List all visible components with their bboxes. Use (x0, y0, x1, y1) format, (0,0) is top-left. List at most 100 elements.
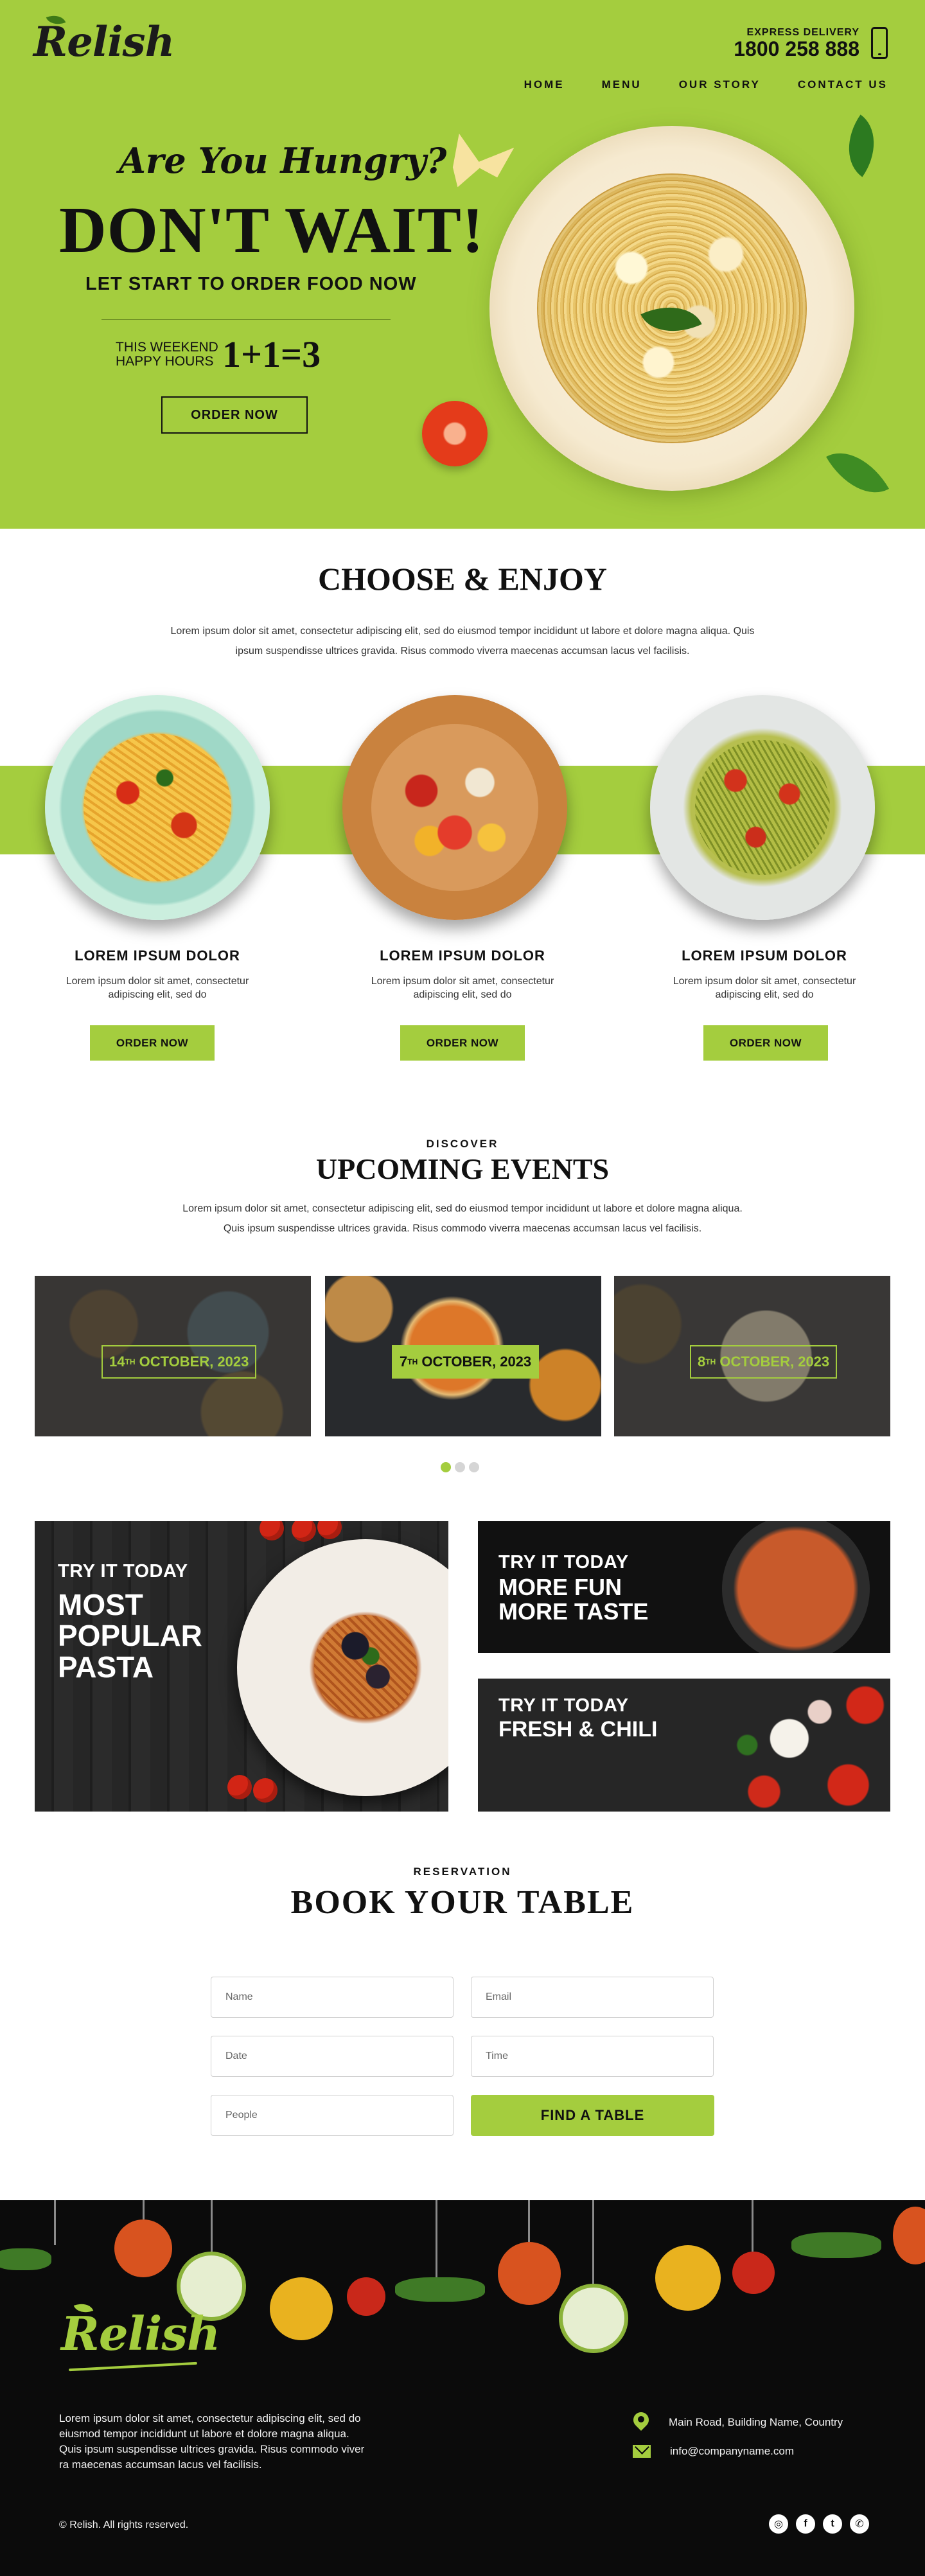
promo-more-fun[interactable]: TRY IT TODAY MORE FUN MORE TASTE (478, 1521, 890, 1653)
tomato-image (253, 1778, 278, 1803)
dish-order-button[interactable]: ORDER NOW (703, 1025, 828, 1061)
carousel-dot[interactable] (469, 1462, 479, 1472)
radish-image (732, 2252, 775, 2294)
event-date: 14 TH OCTOBER, 2023 (101, 1345, 257, 1379)
email-text[interactable]: info@companyname.com (670, 2445, 794, 2458)
footer-desc-line: Lorem ipsum dolor sit amet, consectetur … (59, 2412, 361, 2424)
fork-decoration (752, 2200, 753, 2252)
whatsapp-icon[interactable]: ✆ (850, 2514, 869, 2534)
event-card[interactable]: 14 TH OCTOBER, 2023 (35, 1276, 311, 1436)
pasta-bow-image (442, 128, 515, 201)
dish-desc-line: Lorem ipsum dolor sit amet, consectetur (66, 976, 249, 987)
promo-line: FRESH & CHILI (498, 1717, 658, 1742)
footer-desc-line: ra maecenas accumsan lacus vel facilisis… (59, 2458, 262, 2471)
pepper-image (114, 2219, 172, 2277)
dish-desc-line: Lorem ipsum dolor sit amet, consectetur (371, 976, 554, 987)
logo-text: Relish (33, 18, 175, 66)
footer-desc-line: Quis ipsum suspendisse ultrices gravida.… (59, 2443, 365, 2455)
lemon-image (655, 2245, 721, 2311)
dish-desc-line: adipiscing elit, sed do (413, 989, 512, 1000)
event-month-year: OCTOBER, 2023 (719, 1354, 830, 1370)
delivery-phone[interactable]: 1800 258 888 (734, 39, 859, 59)
fork-decoration (143, 2200, 145, 2219)
hero-headline: DON'T WAIT! (59, 194, 484, 267)
promo-popular-pasta[interactable]: TRY IT TODAY MOST POPULAR PASTA (35, 1521, 448, 1812)
promo-fresh-chili[interactable]: TRY IT TODAY FRESH & CHILI (478, 1679, 890, 1812)
hero-order-now-button[interactable]: ORDER NOW (161, 396, 308, 434)
nav-our-story[interactable]: OUR STORY (679, 78, 761, 91)
hero-divider (101, 319, 391, 320)
happy-hours-offer: 1+1=3 (222, 333, 321, 375)
promo-label: TRY IT TODAY (58, 1561, 188, 1582)
email-field[interactable] (471, 1977, 714, 2018)
dish-order-button[interactable]: ORDER NOW (400, 1025, 525, 1061)
event-month-year: OCTOBER, 2023 (421, 1354, 532, 1370)
dish-title: LOREM IPSUM DOLOR (75, 948, 240, 964)
event-day: 7 (400, 1354, 408, 1370)
footer-logo[interactable]: Relish (61, 2300, 220, 2372)
vegetables-image (722, 1679, 890, 1812)
choose-desc-line: ipsum suspendisse ultrices gravida. Risu… (235, 646, 690, 657)
social-links: ◎ f t ✆ (769, 2514, 869, 2534)
fork-decoration (54, 2200, 56, 2245)
hero-subheadline: LET START TO ORDER FOOD NOW (85, 274, 417, 294)
dish-description: Lorem ipsum dolor sit amet, consectetur … (652, 975, 877, 1001)
lemon-image (270, 2277, 333, 2340)
carousel-dot-active[interactable] (441, 1462, 451, 1472)
promo-line: MORE FUN (498, 1574, 622, 1600)
dish-image (650, 695, 875, 920)
nav-menu[interactable]: MENU (602, 78, 642, 91)
express-delivery: EXPRESS DELIVERY 1800 258 888 (734, 27, 888, 59)
footer-desc-line: eiusmod tempor incididunt ut labore et d… (59, 2428, 349, 2440)
tomato-image (227, 1775, 252, 1799)
twitter-icon[interactable]: t (823, 2514, 842, 2534)
find-table-button[interactable]: FIND A TABLE (471, 2095, 714, 2136)
event-day-suffix: TH (705, 1357, 716, 1366)
hero-tagline: Are You Hungry? (119, 140, 447, 181)
date-field[interactable] (211, 2036, 454, 2077)
brand-logo[interactable]: Relish (33, 12, 175, 66)
logo-swoosh (69, 2361, 197, 2372)
carousel-dot[interactable] (455, 1462, 465, 1472)
choose-desc-line: Lorem ipsum dolor sit amet, consectetur … (170, 626, 755, 637)
dish-desc-line: Lorem ipsum dolor sit amet, consectetur (673, 976, 856, 987)
promo-line: PASTA (58, 1650, 154, 1684)
name-field[interactable] (211, 1977, 454, 2018)
promo-headline: FRESH & CHILI (498, 1718, 657, 1742)
events-desc-line: Lorem ipsum dolor sit amet, consectetur … (182, 1203, 743, 1214)
happy-line1: THIS WEEKEND (116, 340, 218, 355)
apple-image (559, 2284, 628, 2353)
tomato-image (260, 1521, 284, 1540)
tomato-image (422, 401, 488, 466)
nav-contact-us[interactable]: CONTACT US (798, 78, 888, 91)
choose-description: Lorem ipsum dolor sit amet, consectetur … (96, 621, 829, 661)
footer-email[interactable]: info@companyname.com (633, 2445, 794, 2458)
dish-order-button[interactable]: ORDER NOW (90, 1025, 215, 1061)
event-day-suffix: TH (407, 1357, 418, 1366)
events-desc-line: Quis ipsum suspendisse ultrices gravida.… (223, 1223, 702, 1234)
footer: Relish Lorem ipsum dolor sit amet, conse… (0, 2200, 925, 2576)
pepper-image (498, 2242, 561, 2305)
time-field[interactable] (471, 2036, 714, 2077)
nav-home[interactable]: HOME (524, 78, 565, 91)
dish-description: Lorem ipsum dolor sit amet, consectetur … (350, 975, 575, 1001)
instagram-icon[interactable]: ◎ (769, 2514, 788, 2534)
events-title: UPCOMING EVENTS (315, 1152, 610, 1185)
event-card[interactable]: 7 TH OCTOBER, 2023 (325, 1276, 601, 1436)
carousel-dots (441, 1462, 479, 1472)
basil-leaf-image (826, 437, 889, 508)
pepper-image (893, 2207, 925, 2264)
fork-decoration (211, 2200, 213, 2252)
event-card[interactable]: 8 TH OCTOBER, 2023 (614, 1276, 890, 1436)
cucumber-image (0, 2248, 51, 2270)
footer-address: Main Road, Building Name, Country (633, 2412, 843, 2433)
address-text: Main Road, Building Name, Country (669, 2416, 843, 2428)
people-field[interactable] (211, 2095, 454, 2136)
tomato-image (292, 1521, 316, 1542)
mail-icon (633, 2445, 651, 2458)
cucumber-image (791, 2232, 881, 2258)
facebook-icon[interactable]: f (796, 2514, 815, 2534)
event-date: 8 TH OCTOBER, 2023 (690, 1345, 838, 1379)
promo-headline: MOST POPULAR PASTA (58, 1589, 202, 1682)
events-subtitle: DISCOVER (426, 1138, 499, 1150)
